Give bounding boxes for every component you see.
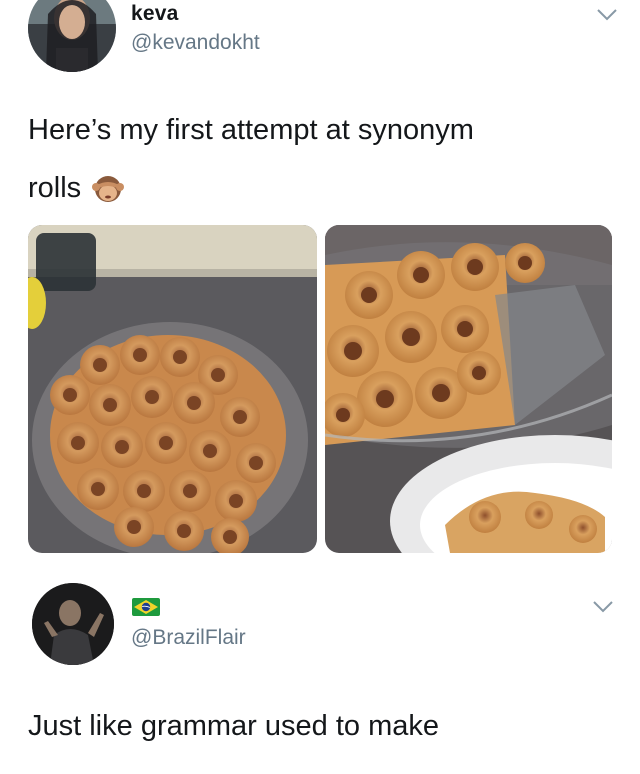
chevron-down-icon[interactable] [592,600,614,614]
author-handle[interactable]: @kevandokht [131,31,260,55]
chevron-down-icon[interactable] [596,8,618,22]
tweet-text-line1: Here’s my first attempt at synonym [28,114,474,146]
tweet-image-rolls-plate[interactable] [325,225,612,553]
reply-text: Just like grammar used to make [28,710,439,742]
author-name[interactable]: keva [131,2,179,26]
see-no-evil-monkey-icon [91,171,125,205]
reply-author-handle[interactable]: @BrazilFlair [131,626,246,650]
reply-avatar[interactable] [32,583,114,665]
tweet-image-rolls-dish[interactable] [28,225,317,553]
tweet-text-line2: rolls [28,170,125,206]
author-avatar[interactable] [28,0,116,72]
tweet-text-word: rolls [28,172,82,204]
brazil-flag-icon [132,598,160,616]
